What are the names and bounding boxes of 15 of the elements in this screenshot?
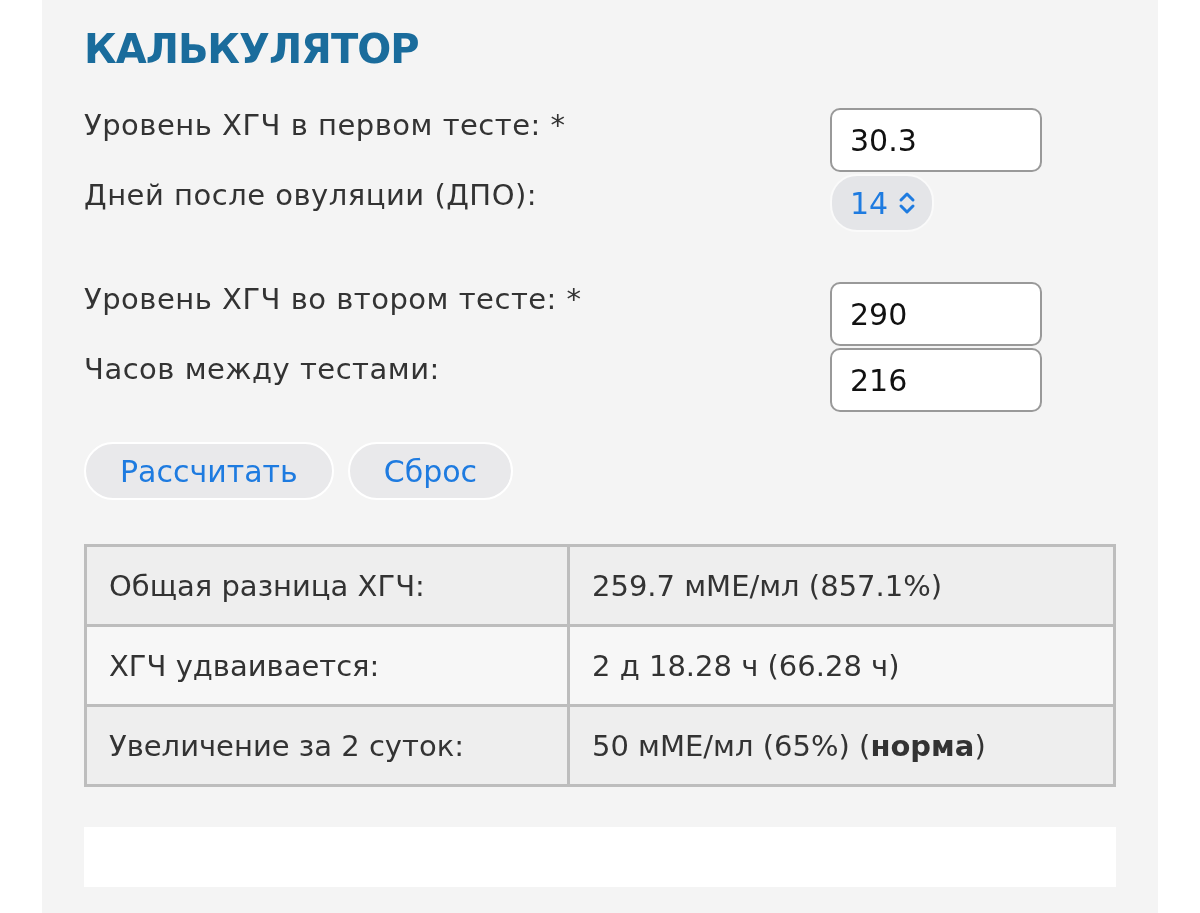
result-value: 2 д 18.28 ч (66.28 ч) (568, 625, 1115, 706)
result-label: ХГЧ удваивается: (85, 625, 569, 706)
field-label: Дней после овуляции (ДПО): (84, 177, 538, 212)
result-label: Общая разница ХГЧ: (85, 545, 569, 626)
input-field[interactable]: 290 (830, 282, 1042, 346)
result-value: 50 мМЕ/мл (65%) (норма) (568, 705, 1115, 786)
result-value: 259.7 мМЕ/мл (857.1%) (568, 545, 1115, 626)
input-field[interactable]: 216 (830, 348, 1042, 412)
field-label: Уровень ХГЧ в первом тесте: * (84, 108, 566, 142)
field-label: Уровень ХГЧ во втором тесте: * (84, 282, 582, 316)
calculator-title: КАЛЬКУЛЯТОР (84, 26, 420, 72)
input-field[interactable]: 30.3 (830, 108, 1042, 172)
field-label: Часов между тестами: (84, 351, 440, 386)
result-label: Увеличение за 2 суток: (85, 705, 569, 786)
chevron-up-down-icon (898, 190, 917, 216)
